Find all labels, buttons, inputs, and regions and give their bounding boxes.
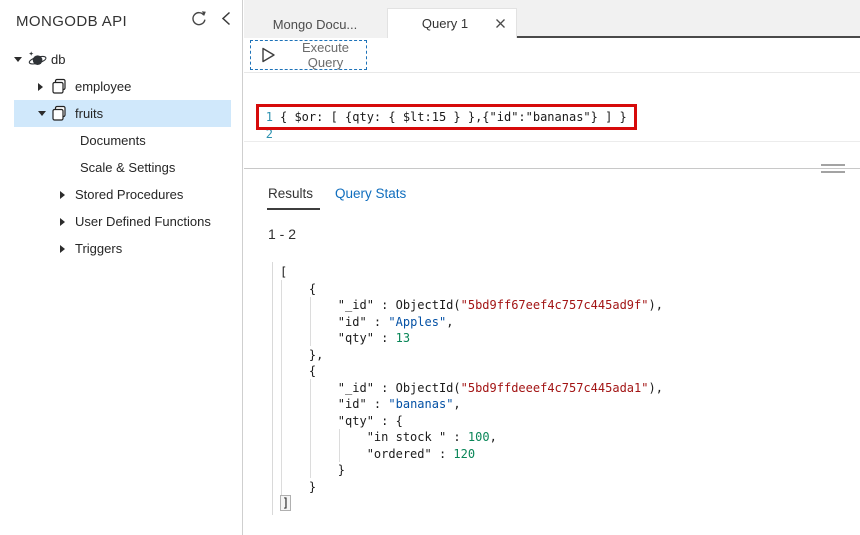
result-line: { (280, 281, 663, 298)
collection-icon (51, 105, 73, 122)
results-tabs: Results Query Stats (267, 186, 406, 210)
editor-left-border (272, 262, 273, 515)
sidebar-item-label: db (51, 52, 65, 67)
sidebar-item-label: Scale & Settings (80, 160, 175, 175)
caret-right-icon[interactable] (38, 83, 51, 91)
sidebar-header: MONGODB API (0, 8, 242, 34)
result-line: "id" : "Apples", (280, 314, 663, 331)
result-line: "_id" : ObjectId("5bd9ffdeeef4c757c445ad… (280, 380, 663, 397)
execute-query-button[interactable]: Execute Query (250, 40, 367, 70)
sidebar: MONGODB API db employee fruits Documents Sca… (0, 0, 243, 535)
sidebar-item-employee[interactable]: employee (0, 73, 241, 100)
caret-right-icon[interactable] (60, 245, 73, 253)
sidebar-item-label: User Defined Functions (75, 214, 211, 229)
play-icon (261, 47, 276, 63)
tab-label: Query 1 (388, 16, 490, 31)
collection-icon (51, 78, 73, 95)
tab-mongo-documents[interactable]: Mongo Docu... (258, 10, 372, 38)
collapse-sidebar-icon[interactable] (216, 8, 236, 28)
result-line: "qty" : { (280, 413, 663, 430)
splitter-grip[interactable] (821, 171, 845, 173)
refresh-icon[interactable] (188, 8, 208, 28)
sidebar-item-label: employee (75, 79, 131, 94)
result-line: [ (280, 264, 663, 281)
results-editor[interactable]: [ { "_id" : ObjectId("5bd9ff67eef4c757c4… (244, 255, 860, 535)
caret-down-icon[interactable] (14, 57, 27, 62)
result-line: "ordered" : 120 (280, 446, 663, 463)
resource-tree: db employee fruits Documents Scale & Setting… (0, 46, 241, 262)
tab-results[interactable]: Results (267, 186, 320, 210)
close-tab-icon[interactable] (490, 14, 510, 34)
results-splitter[interactable] (244, 168, 860, 169)
sidebar-item-scale-settings[interactable]: Scale & Settings (0, 154, 241, 181)
command-bar: Execute Query (244, 38, 860, 73)
sidebar-item-user-defined-functions[interactable]: User Defined Functions (0, 208, 241, 235)
sidebar-item-label: Stored Procedures (75, 187, 183, 202)
caret-right-icon[interactable] (60, 218, 73, 226)
result-range-label: 1 - 2 (268, 226, 296, 242)
tab-query-1[interactable]: Query 1 (387, 8, 517, 38)
line-number: 2 (257, 126, 273, 143)
sidebar-item-label: fruits (75, 106, 103, 121)
result-line: } (280, 479, 663, 496)
splitter-grip[interactable] (821, 164, 845, 166)
line-number: 1 (257, 109, 273, 126)
cosmos-db-icon (27, 51, 49, 68)
line-number-gutter: 1 2 (257, 109, 273, 143)
sidebar-item-label: Documents (80, 133, 146, 148)
sidebar-item-documents[interactable]: Documents (0, 127, 241, 154)
cosmos-data-explorer: MONGODB API db employee fruits Documents Sca… (0, 0, 860, 535)
tab-query-stats[interactable]: Query Stats (335, 186, 406, 201)
result-line: }, (280, 347, 663, 364)
sidebar-item-stored-procedures[interactable]: Stored Procedures (0, 181, 241, 208)
result-line: "qty" : 13 (280, 330, 663, 347)
caret-down-icon[interactable] (38, 111, 51, 116)
query-text[interactable]: { $or: [ {qty: { $lt:15 } },{"id":"banan… (280, 109, 627, 126)
tab-bar: Mongo Docu... Query 1 (244, 0, 860, 38)
execute-query-label: Execute Query (285, 40, 366, 70)
sidebar-item-triggers[interactable]: Triggers (0, 235, 241, 262)
result-line: { (280, 363, 663, 380)
sidebar-title: MONGODB API (16, 13, 127, 30)
result-line: ] (280, 495, 663, 512)
result-line: } (280, 462, 663, 479)
tab-label: Mongo Docu... (273, 17, 358, 32)
sidebar-item-fruits[interactable]: fruits (0, 100, 241, 127)
query-editor[interactable]: 1 2 { $or: [ {qty: { $lt:15 } },{"id":"b… (244, 73, 860, 142)
result-line: "in stock " : 100, (280, 429, 663, 446)
sidebar-item-label: Triggers (75, 241, 122, 256)
result-line: "_id" : ObjectId("5bd9ff67eef4c757c445ad… (280, 297, 663, 314)
result-line: "id" : "bananas", (280, 396, 663, 413)
sidebar-item-db[interactable]: db (0, 46, 241, 73)
results-json: [ { "_id" : ObjectId("5bd9ff67eef4c757c4… (280, 264, 663, 512)
caret-right-icon[interactable] (60, 191, 73, 199)
